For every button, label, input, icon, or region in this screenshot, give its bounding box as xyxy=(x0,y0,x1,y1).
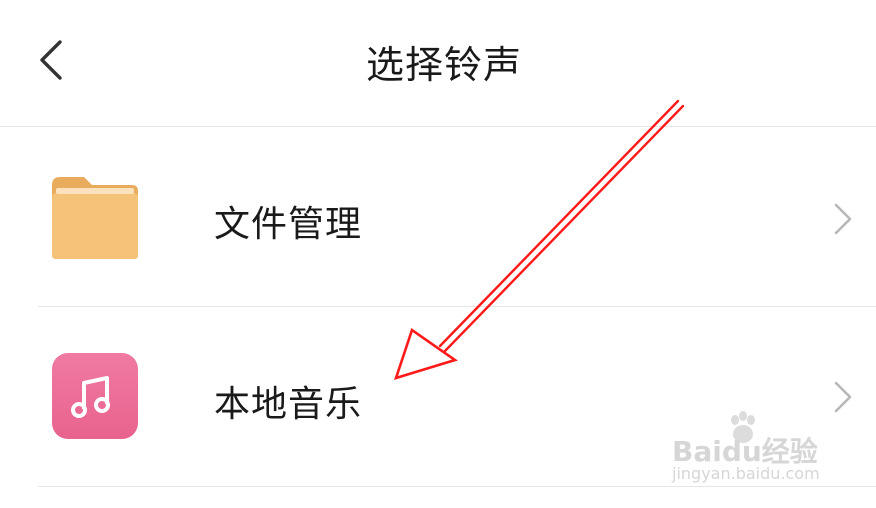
list-item-label: 文件管理 xyxy=(214,204,363,245)
music-note-icon xyxy=(52,353,138,439)
baidu-watermark: Baidu经验 jingyan.baidu.com xyxy=(668,408,838,488)
watermark-url: jingyan.baidu.com xyxy=(672,464,820,483)
list-item-file-manager[interactable]: 文件管理 xyxy=(0,127,876,305)
ringtone-picker-screen: 选择铃声 文件管理 本地音乐 Baidu经验 jingyan.baidu.com xyxy=(0,0,876,508)
page-title: 选择铃声 xyxy=(365,43,522,87)
list-item-label: 本地音乐 xyxy=(214,384,363,425)
header-bar: 选择铃声 xyxy=(0,0,876,126)
chevron-right-icon xyxy=(834,203,852,235)
folder-icon xyxy=(50,171,140,261)
